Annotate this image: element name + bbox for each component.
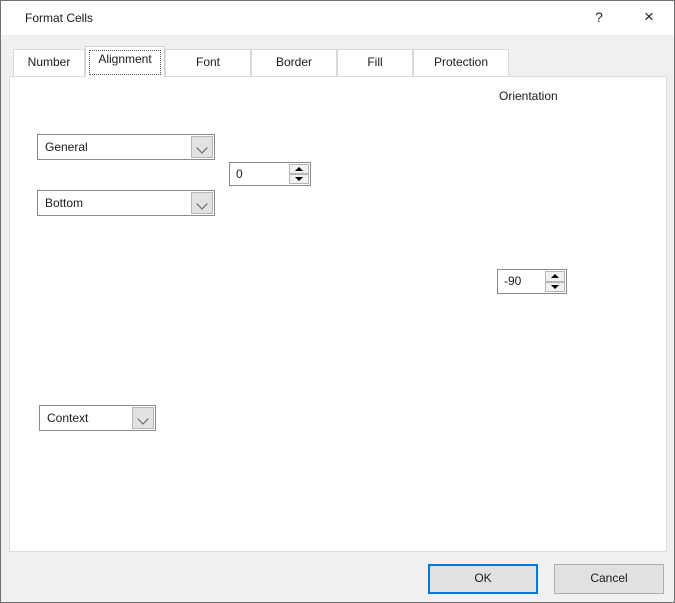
degrees-value: -90 (504, 274, 521, 288)
degrees-spin-down-button[interactable] (545, 282, 565, 293)
text-direction-dropdown-button[interactable] (132, 407, 154, 429)
tab-focus-rect (89, 50, 161, 75)
tab-alignment[interactable]: Alignment (85, 46, 165, 77)
titlebar (1, 1, 674, 35)
arrow-down-icon (295, 177, 303, 181)
horizontal-combobox[interactable]: General (37, 134, 215, 160)
cancel-button[interactable]: Cancel (554, 564, 664, 594)
degrees-spinner[interactable]: -90 (497, 269, 567, 294)
vertical-dropdown-button[interactable] (191, 192, 213, 214)
degrees-spin-up-button[interactable] (545, 271, 565, 282)
vertical-value: Bottom (45, 196, 83, 210)
indent-value: 0 (236, 167, 243, 181)
indent-spin-up-button[interactable] (289, 164, 309, 174)
indent-spin-down-button[interactable] (289, 174, 309, 184)
chevron-down-icon (196, 198, 207, 209)
tab-font[interactable]: Font (165, 49, 251, 76)
dialog-title: Format Cells (25, 11, 93, 25)
format-cells-dialog: Format Cells ? × Number Alignment Font B… (0, 0, 675, 603)
arrow-down-icon (551, 285, 559, 289)
text-direction-value: Context (47, 411, 88, 425)
help-icon[interactable]: ? (581, 1, 617, 33)
vertical-combobox[interactable]: Bottom (37, 190, 215, 216)
close-icon[interactable]: × (629, 1, 669, 33)
horizontal-value: General (45, 140, 88, 154)
indent-spinner[interactable]: 0 (229, 162, 311, 186)
chevron-down-icon (196, 142, 207, 153)
tab-number[interactable]: Number (13, 49, 85, 76)
orientation-group-label: Orientation (495, 89, 562, 103)
arrow-up-icon (551, 274, 559, 278)
tab-fill[interactable]: Fill (337, 49, 413, 76)
horizontal-dropdown-button[interactable] (191, 136, 213, 158)
chevron-down-icon (137, 413, 148, 424)
arrow-up-icon (295, 167, 303, 171)
ok-button[interactable]: OK (428, 564, 538, 594)
text-direction-combobox[interactable]: Context (39, 405, 156, 431)
tab-border[interactable]: Border (251, 49, 337, 76)
tab-protection[interactable]: Protection (413, 49, 509, 76)
